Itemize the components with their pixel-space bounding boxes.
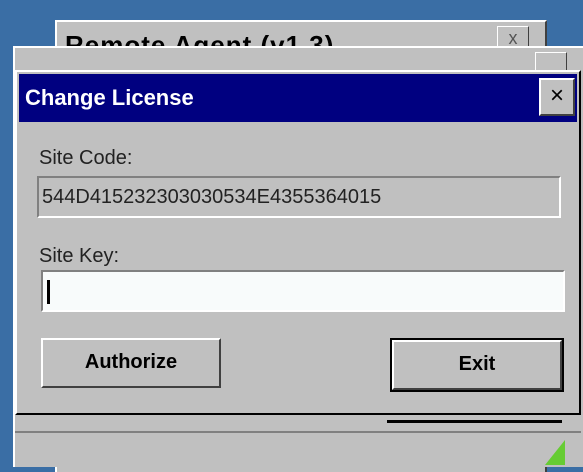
site-key-label: Site Key: bbox=[39, 245, 120, 267]
site-code-label: Site Code: bbox=[39, 147, 133, 169]
site-code-field: 544D415232303030534E4355364015 bbox=[37, 176, 561, 218]
dialog-titlebar[interactable]: Change License × bbox=[19, 74, 577, 122]
authorize-button[interactable]: Authorize bbox=[41, 338, 221, 388]
change-license-dialog: Change License × Site Code: 544D41523230… bbox=[15, 70, 581, 415]
underlying-window-edge bbox=[15, 415, 581, 433]
close-icon[interactable]: × bbox=[539, 78, 575, 116]
text-caret bbox=[47, 280, 50, 304]
site-key-input[interactable] bbox=[41, 270, 565, 312]
exit-button[interactable]: Exit bbox=[390, 338, 564, 392]
desktop-icon-corner bbox=[545, 440, 565, 465]
divider bbox=[387, 420, 562, 423]
dialog-title: Change License bbox=[25, 85, 194, 110]
